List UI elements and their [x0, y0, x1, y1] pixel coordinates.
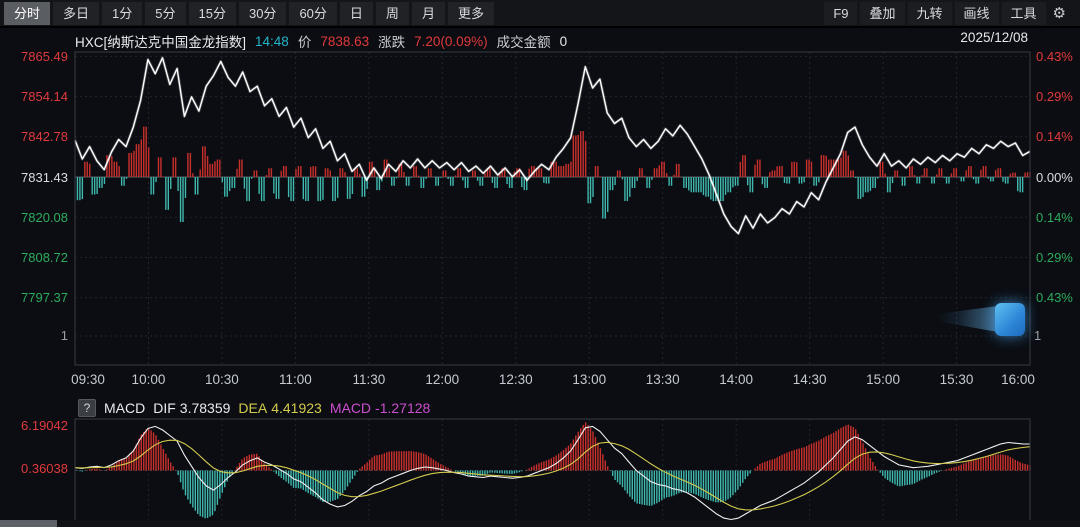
macd-title: MACD — [104, 400, 145, 416]
price-line — [75, 58, 1030, 234]
minute-change-bars — [77, 127, 1030, 222]
macd-indicator-row: ? MACD DIF 3.78359 DEA 4.41923 MACD -1.2… — [78, 398, 430, 418]
panel-borders — [75, 52, 1030, 521]
scrollbar-thumb[interactable] — [0, 520, 57, 527]
macd-label: MACD — [330, 400, 371, 416]
dif-line — [75, 426, 1030, 519]
app-logo — [995, 303, 1025, 336]
bottom-scrollbar — [0, 520, 1080, 527]
stock-chart-window: 分时多日1分5分15分30分60分日周月更多 F9叠加九转画线工具⚙ HXC[纳… — [0, 0, 1080, 527]
dea-value: 4.41923 — [271, 400, 322, 416]
dif-label: DIF — [153, 400, 176, 416]
dea-line — [75, 440, 1030, 510]
help-icon[interactable]: ? — [78, 399, 96, 417]
grid-lines — [75, 52, 1030, 521]
macd-value: -1.27128 — [375, 400, 430, 416]
chart-canvas — [0, 0, 1080, 527]
dea-label: DEA — [238, 400, 267, 416]
dif-value: 3.78359 — [180, 400, 231, 416]
